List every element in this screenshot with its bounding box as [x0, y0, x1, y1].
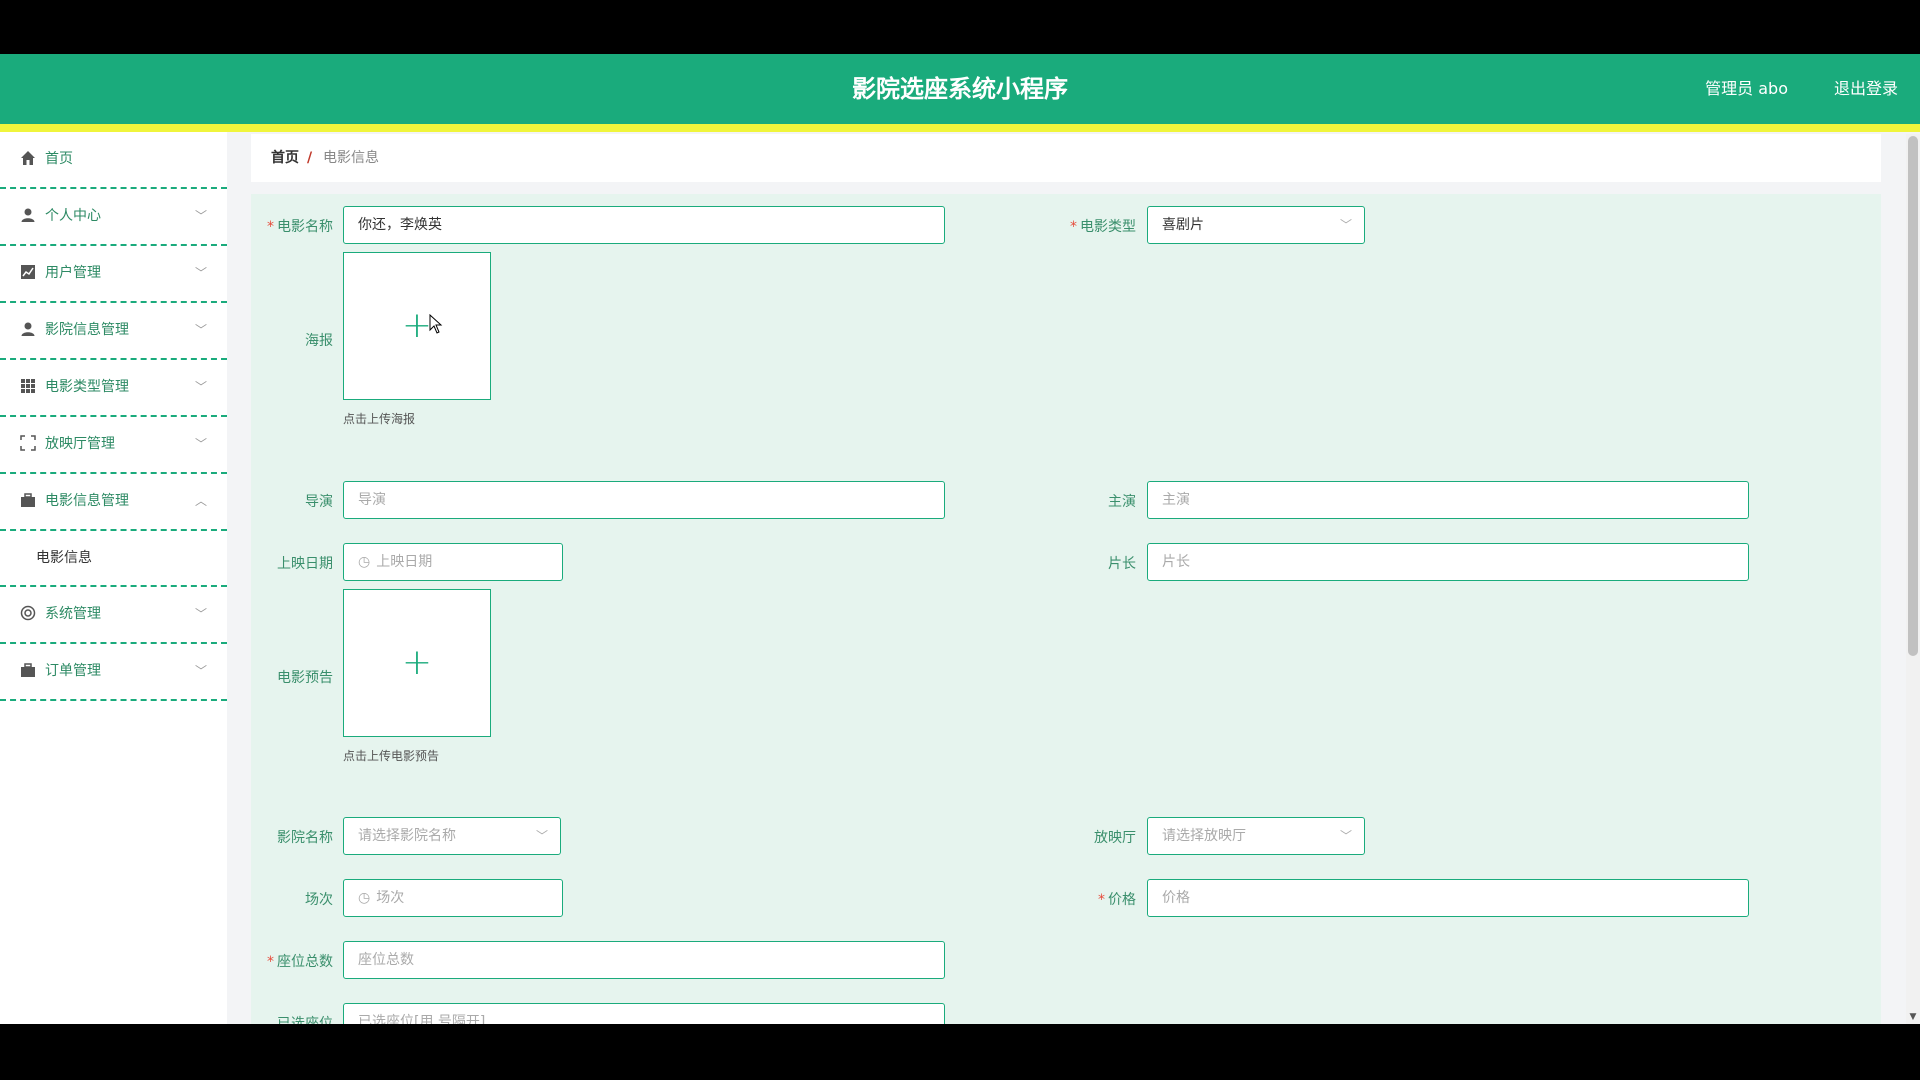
- fullscreen-icon: [20, 435, 36, 451]
- price-label: * 价格: [1098, 892, 1136, 908]
- mouse-cursor-icon: [429, 314, 443, 334]
- logout-link[interactable]: 退出登录: [1834, 54, 1898, 124]
- poster-label: 海报: [305, 333, 333, 349]
- user-icon: [20, 321, 36, 337]
- movie-form: * 电影名称 你还，李焕英 * 电影类型 喜剧片 ﹀ 海报 + 点击上传海报 导演 导…: [251, 194, 1881, 1024]
- sidebar-item-label: 个人中心: [45, 208, 101, 224]
- chevron-down-icon: ﹀: [194, 266, 207, 280]
- home-icon: [20, 150, 36, 166]
- sidebar-item-personal-center[interactable]: 个人中心 ﹀: [0, 189, 227, 246]
- chevron-down-icon: ﹀: [535, 829, 548, 843]
- plus-icon: +: [401, 642, 433, 683]
- session-label: 场次: [305, 892, 333, 908]
- chevron-down-icon: ﹀: [194, 323, 207, 337]
- sidebar-item-orders[interactable]: 订单管理 ﹀: [0, 644, 227, 701]
- page-scrollbar[interactable]: ▼: [1906, 134, 1920, 1024]
- briefcase-icon: [20, 662, 36, 678]
- sidebar-item-hall[interactable]: 放映厅管理 ﹀: [0, 417, 227, 474]
- chart-icon: [20, 264, 36, 280]
- total-seats-label: * 座位总数: [267, 954, 333, 970]
- sidebar-item-home[interactable]: 首页: [0, 132, 227, 189]
- total-seats-input[interactable]: 座位总数: [343, 941, 945, 979]
- sidebar-item-label: 系统管理: [45, 606, 101, 622]
- breadcrumb-current: 电影信息: [323, 150, 379, 166]
- sidebar-item-cinema-info[interactable]: 影院信息管理 ﹀: [0, 303, 227, 360]
- director-label: 导演: [305, 494, 333, 510]
- hall-label: 放映厅: [1094, 830, 1136, 846]
- sidebar-item-label: 电影类型管理: [45, 379, 129, 395]
- sidebar-subitem-label: 电影信息: [36, 550, 92, 566]
- clock-icon: ◷: [358, 890, 371, 906]
- briefcase-icon: [20, 492, 36, 508]
- selected-seats-input[interactable]: 已选座位[用,号隔开]: [343, 1003, 945, 1024]
- duration-label: 片长: [1108, 556, 1136, 572]
- cinema-name-label: 影院名称: [277, 830, 333, 846]
- movie-type-select[interactable]: 喜剧片 ﹀: [1147, 206, 1365, 244]
- chevron-down-icon: ﹀: [1339, 829, 1352, 843]
- scrollbar-thumb[interactable]: [1908, 136, 1918, 656]
- app-title: 影院选座系统小程序: [852, 75, 1068, 103]
- sidebar-item-label: 首页: [45, 151, 73, 167]
- breadcrumb-home[interactable]: 首页: [271, 134, 299, 182]
- scroll-down-arrow-icon[interactable]: ▼: [1906, 1010, 1920, 1024]
- app-screen: 影院选座系统小程序 管理员 abo 退出登录 首页 个人中心 ﹀ 用户管理 ﹀: [0, 54, 1920, 1024]
- price-input[interactable]: 价格: [1147, 879, 1749, 917]
- breadcrumb: 首页 / 电影信息: [251, 134, 1881, 182]
- settings-icon: [20, 605, 36, 621]
- chevron-down-icon: ﹀: [1339, 218, 1352, 232]
- chevron-down-icon: ﹀: [194, 380, 207, 394]
- user-icon: [20, 207, 36, 223]
- sidebar-item-label: 订单管理: [45, 663, 101, 679]
- sidebar-item-label: 电影信息管理: [45, 493, 129, 509]
- admin-user-label[interactable]: 管理员 abo: [1705, 54, 1788, 124]
- sidebar-item-system[interactable]: 系统管理 ﹀: [0, 587, 227, 644]
- header-accent-bar: [0, 124, 1920, 132]
- movie-name-input[interactable]: 你还，李焕英: [343, 206, 945, 244]
- session-picker[interactable]: ◷ 场次: [343, 879, 563, 917]
- trailer-hint: 点击上传电影预告: [343, 749, 440, 763]
- sidebar-item-label: 影院信息管理: [45, 322, 129, 338]
- release-date-label: 上映日期: [277, 556, 333, 572]
- poster-hint: 点击上传海报: [343, 412, 416, 426]
- trailer-upload[interactable]: +: [343, 589, 491, 737]
- actor-label: 主演: [1108, 494, 1136, 510]
- chevron-down-icon: ﹀: [194, 664, 207, 678]
- clock-icon: ◷: [358, 554, 371, 570]
- plus-icon: +: [401, 305, 433, 346]
- movie-name-label: * 电影名称: [267, 219, 333, 235]
- chevron-up-icon: ︿: [194, 494, 207, 508]
- movie-type-label: * 电影类型: [1070, 219, 1136, 235]
- sidebar-item-label: 放映厅管理: [45, 436, 115, 452]
- chevron-down-icon: ﹀: [194, 209, 207, 223]
- trailer-label: 电影预告: [277, 670, 333, 686]
- release-date-picker[interactable]: ◷ 上映日期: [343, 543, 563, 581]
- actor-input[interactable]: 主演: [1147, 481, 1749, 519]
- poster-upload[interactable]: +: [343, 252, 491, 400]
- sidebar-item-movie-info[interactable]: 电影信息管理 ︿: [0, 474, 227, 531]
- grid-icon: [20, 378, 36, 394]
- sidebar: 首页 个人中心 ﹀ 用户管理 ﹀ 影院信息管理 ﹀ 电影类型管理 ﹀ 放映厅管理…: [0, 132, 227, 1024]
- hall-select[interactable]: 请选择放映厅 ﹀: [1147, 817, 1365, 855]
- chevron-down-icon: ﹀: [194, 437, 207, 451]
- duration-input[interactable]: 片长: [1147, 543, 1749, 581]
- chevron-down-icon: ﹀: [194, 607, 207, 621]
- sidebar-item-user-management[interactable]: 用户管理 ﹀: [0, 246, 227, 303]
- sidebar-subitem-movie-info[interactable]: 电影信息: [0, 531, 227, 587]
- selected-seats-label: 已选座位: [277, 1016, 333, 1024]
- cinema-name-select[interactable]: 请选择影院名称 ﹀: [343, 817, 561, 855]
- director-input[interactable]: 导演: [343, 481, 945, 519]
- sidebar-item-movie-type[interactable]: 电影类型管理 ﹀: [0, 360, 227, 417]
- breadcrumb-separator: /: [307, 150, 313, 166]
- top-header: 影院选座系统小程序 管理员 abo 退出登录: [0, 54, 1920, 124]
- sidebar-item-label: 用户管理: [45, 265, 101, 281]
